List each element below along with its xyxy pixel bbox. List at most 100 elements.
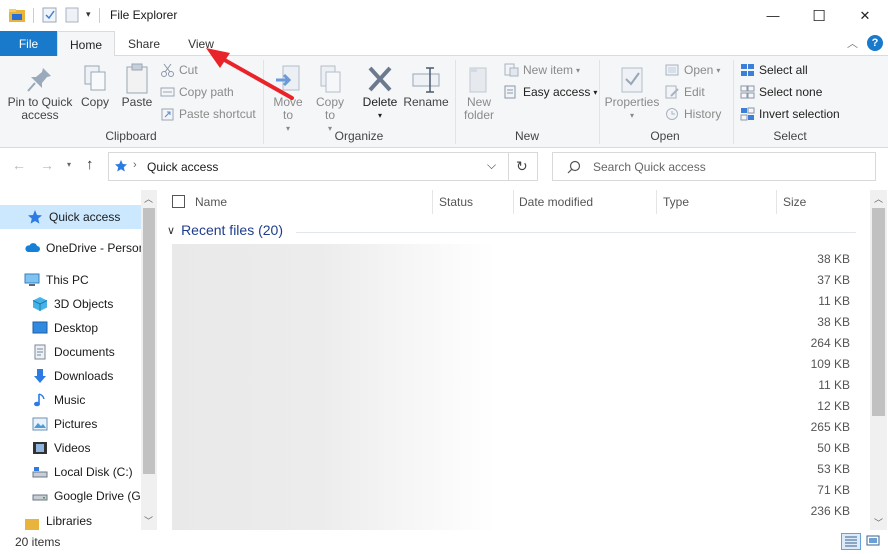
- history-icon: [666, 108, 678, 120]
- picture-icon: [32, 417, 48, 431]
- refresh-icon[interactable]: ↻: [516, 158, 528, 175]
- new-item-chevron-icon: ▾: [576, 65, 581, 75]
- properties-chevron-icon: ▾: [629, 111, 634, 120]
- forward-arrow-icon[interactable]: →: [40, 157, 54, 173]
- ribbon-tab-bar: File Home Share View ︿ ?: [0, 31, 888, 57]
- scroll-down-icon[interactable]: ﹀: [874, 516, 883, 529]
- group-header-recent-files[interactable]: ∨ Recent files (20): [167, 222, 283, 238]
- tab-home[interactable]: Home: [57, 31, 115, 57]
- large-icons-view-button[interactable]: [864, 533, 884, 550]
- column-divider[interactable]: [656, 190, 657, 214]
- recent-locations-chevron-icon[interactable]: ▾: [67, 160, 71, 169]
- title-divider: [99, 8, 100, 23]
- sidebar-item-3d-objects[interactable]: 3D Objects: [0, 292, 141, 316]
- select-all-checkbox[interactable]: [172, 195, 185, 208]
- search-box[interactable]: Search Quick access: [552, 152, 876, 181]
- sidebar-item-documents[interactable]: Documents: [0, 340, 141, 364]
- history-button[interactable]: History: [665, 107, 721, 121]
- column-header-size[interactable]: Size: [783, 190, 806, 214]
- new-item-button[interactable]: New item ▾: [504, 63, 580, 77]
- open-button[interactable]: Open ▾: [665, 63, 720, 77]
- download-icon: [34, 369, 46, 383]
- address-history-chevron-icon[interactable]: ⌵: [487, 158, 496, 173]
- sidebar-item-desktop[interactable]: Desktop: [0, 316, 141, 340]
- sidebar-scroll-thumb[interactable]: [143, 208, 155, 474]
- tab-file[interactable]: File: [0, 31, 57, 56]
- column-header-date-modified[interactable]: Date modified: [519, 190, 593, 214]
- select-all-button[interactable]: Select all: [740, 63, 808, 77]
- new-folder-button[interactable]: New folder: [459, 64, 499, 122]
- computer-icon: [24, 273, 40, 286]
- invert-selection-button[interactable]: Invert selection: [740, 107, 840, 121]
- column-divider[interactable]: [776, 190, 777, 214]
- sidebar-item-music[interactable]: Music: [0, 388, 141, 412]
- sidebar-item-google-drive[interactable]: Google Drive (G:): [0, 484, 141, 508]
- column-header-status[interactable]: Status: [439, 190, 473, 214]
- file-list-scroll-thumb[interactable]: [872, 208, 885, 416]
- collapse-group-chevron-icon[interactable]: ∨: [167, 224, 175, 237]
- column-header-name[interactable]: Name: [195, 190, 227, 214]
- sidebar-item-onedrive[interactable]: OneDrive - Personal: [0, 236, 141, 260]
- cut-button[interactable]: Cut: [160, 63, 198, 77]
- new-group-label: New: [514, 129, 539, 143]
- properties-button[interactable]: Properties ▾: [603, 64, 661, 122]
- column-divider[interactable]: [513, 190, 514, 214]
- new-folder-qat-icon[interactable]: [65, 7, 79, 23]
- easy-access-label: Easy access: [523, 85, 591, 99]
- new-folder-icon: [469, 67, 487, 93]
- sidebar-item-downloads[interactable]: Downloads: [0, 364, 141, 388]
- sidebar-item-pictures[interactable]: Pictures: [0, 412, 141, 436]
- breadcrumb-chevron-icon[interactable]: ›: [133, 159, 137, 171]
- maximize-button[interactable]: ☐: [796, 0, 842, 31]
- annotation-arrow-icon: [206, 48, 294, 100]
- music-icon: [34, 393, 45, 407]
- column-divider[interactable]: [432, 190, 433, 214]
- customize-qat-chevron-icon[interactable]: ▾: [86, 9, 91, 20]
- open-icon: [665, 64, 679, 76]
- minimize-button[interactable]: —: [750, 0, 796, 31]
- properties-qat-icon[interactable]: [42, 7, 57, 23]
- help-icon[interactable]: ?: [867, 35, 883, 51]
- scroll-up-icon[interactable]: ︿: [144, 192, 153, 205]
- rename-button[interactable]: Rename: [403, 64, 449, 109]
- delete-button[interactable]: Delete ▾: [360, 64, 400, 122]
- select-none-button[interactable]: Select none: [740, 85, 822, 99]
- open-group-label: Open: [650, 129, 680, 143]
- sidebar-item-videos[interactable]: Videos: [0, 436, 141, 460]
- copy-button[interactable]: Copy: [76, 64, 114, 109]
- folder-app-icon[interactable]: [8, 7, 26, 23]
- select-none-icon: [740, 85, 755, 99]
- scroll-down-icon[interactable]: ﹀: [144, 514, 153, 527]
- copy-to-icon: [320, 65, 341, 93]
- close-button[interactable]: ✕: [842, 0, 888, 31]
- copy-icon: [84, 65, 106, 91]
- sidebar-item-local-disk[interactable]: Local Disk (C:): [0, 460, 141, 484]
- sidebar-item-libraries[interactable]: Libraries: [0, 516, 141, 530]
- edit-button[interactable]: Edit: [665, 85, 705, 99]
- edit-label: Edit: [684, 85, 705, 99]
- properties-icon: [621, 67, 643, 93]
- file-list-scrollbar[interactable]: ︿ ﹀: [870, 190, 887, 530]
- scroll-up-icon[interactable]: ︿: [874, 192, 883, 205]
- paste-shortcut-button[interactable]: Paste shortcut: [160, 107, 256, 121]
- copy-to-button[interactable]: Copy to ▾: [310, 64, 350, 135]
- column-header-type[interactable]: Type: [663, 190, 689, 214]
- up-arrow-icon[interactable]: ↑: [86, 156, 94, 173]
- details-view-button[interactable]: [841, 533, 861, 550]
- search-placeholder: Search Quick access: [593, 160, 706, 174]
- window-title: File Explorer: [110, 8, 178, 22]
- back-arrow-icon[interactable]: ←: [12, 157, 26, 173]
- navigation-pane: Quick access OneDrive - Personal This PC…: [0, 190, 158, 530]
- address-divider: [508, 153, 509, 180]
- address-bar[interactable]: › Quick access ⌵ ↻: [108, 152, 538, 181]
- tab-share[interactable]: Share: [118, 31, 170, 56]
- address-path[interactable]: Quick access: [147, 160, 218, 174]
- sidebar-scrollbar[interactable]: ︿ ﹀: [141, 190, 157, 530]
- sidebar-item-this-pc[interactable]: This PC: [0, 268, 141, 292]
- paste-button[interactable]: Paste: [118, 62, 156, 109]
- sidebar-item-quick-access[interactable]: Quick access: [0, 205, 141, 229]
- pin-to-quick-access-button[interactable]: Pin to Quick access: [4, 64, 76, 122]
- collapse-ribbon-chevron-icon[interactable]: ︿: [847, 35, 858, 51]
- easy-access-button[interactable]: Easy access ▾: [504, 85, 597, 99]
- open-label: Open: [684, 63, 714, 77]
